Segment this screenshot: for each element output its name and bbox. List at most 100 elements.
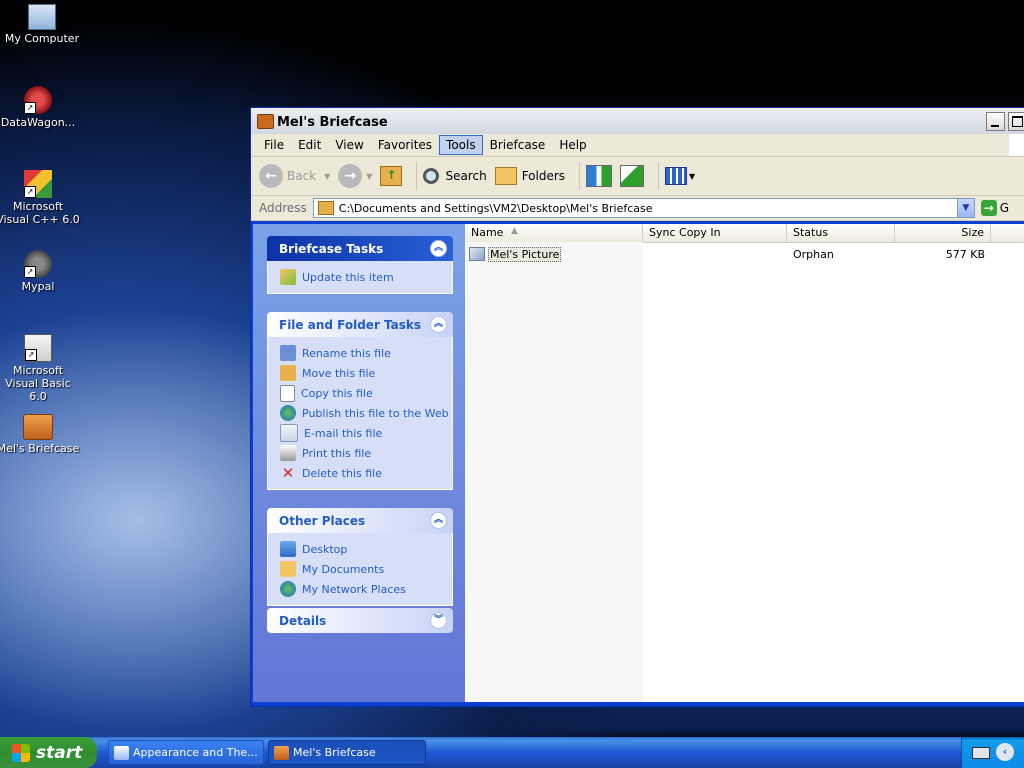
back-dropdown-icon: ▼: [324, 171, 331, 181]
visual-cpp-icon: ↗: [24, 170, 52, 198]
desktop-icon-visual-basic[interactable]: ↗ Microsoft Visual Basic 6.0: [0, 334, 80, 403]
desktop-icon-briefcase[interactable]: Mel's Briefcase: [0, 414, 80, 455]
column-label: Name: [471, 226, 504, 239]
task-update-item[interactable]: Update this item: [280, 267, 452, 287]
collapse-chevron-icon[interactable]: ︽: [430, 512, 447, 529]
file-name-cell[interactable]: Mel's Picture: [465, 246, 643, 262]
printer-icon: [280, 445, 296, 461]
visual-basic-icon: ↗: [24, 334, 52, 362]
back-arrow-icon: ←: [259, 164, 283, 188]
expand-chevron-icon[interactable]: ︾: [430, 612, 447, 629]
maximize-button[interactable]: [1008, 112, 1024, 131]
minimize-button[interactable]: [986, 112, 1005, 131]
menu-help[interactable]: Help: [552, 135, 593, 155]
place-label: My Network Places: [302, 582, 406, 596]
task-label: Update this item: [302, 270, 394, 284]
menu-file[interactable]: File: [257, 135, 291, 155]
toolbar-separator: [416, 162, 418, 190]
size-cell: 577 KB: [945, 247, 985, 261]
place-desktop[interactable]: Desktop: [280, 539, 452, 559]
start-button[interactable]: start: [0, 737, 97, 768]
show-hidden-icons-chevron-icon[interactable]: ‹: [996, 743, 1014, 761]
briefcase-tasks-header[interactable]: Briefcase Tasks ︽: [267, 236, 453, 261]
file-folder-tasks-header[interactable]: File and Folder Tasks ︽: [267, 312, 453, 337]
windows-logo-icon: [1009, 134, 1024, 156]
address-field[interactable]: C:\Documents and Settings\VM2\Desktop\Me…: [312, 198, 975, 218]
views-button[interactable]: ▼: [665, 167, 695, 185]
task-label: Delete this file: [302, 466, 382, 480]
address-dropdown-button[interactable]: ▼: [956, 199, 974, 217]
toolbar-separator: [658, 162, 660, 190]
collapse-chevron-icon[interactable]: ︽: [430, 240, 447, 257]
keyboard-icon[interactable]: [972, 747, 990, 759]
desktop-icon-mypal[interactable]: ↗ Mypal: [0, 250, 80, 293]
column-status[interactable]: Status: [787, 224, 895, 242]
toolbar: ← Back ▼ → ▼ ↑ Search Folders ▼: [251, 157, 1024, 196]
taskbar-item-briefcase[interactable]: Mel's Briefcase: [268, 740, 426, 765]
taskbar-item-appearance[interactable]: Appearance and The...: [108, 740, 264, 765]
task-publish[interactable]: Publish this file to the Web: [280, 403, 452, 423]
window-title: Mel's Briefcase: [277, 115, 388, 130]
task-label: E-mail this file: [304, 426, 383, 440]
column-label: Status: [793, 226, 829, 239]
forward-dropdown-icon: ▼: [366, 171, 373, 181]
panel-body: Desktop My Documents My Network Places: [267, 533, 453, 606]
menu-favorites[interactable]: Favorites: [371, 135, 439, 155]
sort-ascending-icon: ▲: [511, 226, 518, 236]
desktop-icon-label: DataWagon...: [0, 116, 76, 129]
desktop-icon-my-computer[interactable]: My Computer: [0, 4, 84, 45]
panel-title: Other Places: [279, 514, 366, 528]
file-folder-tasks-panel: File and Folder Tasks ︽ Rename this file…: [267, 312, 453, 490]
rename-icon: [280, 345, 296, 361]
back-button[interactable]: ← Back ▼: [259, 164, 330, 188]
menu-edit[interactable]: Edit: [291, 135, 328, 155]
task-pane: Briefcase Tasks ︽ Update this item File …: [253, 224, 465, 702]
table-row[interactable]: Mel's Picture Orphan 577 KB: [465, 245, 1024, 263]
address-value: C:\Documents and Settings\VM2\Desktop\Me…: [338, 201, 653, 215]
content-area: Briefcase Tasks ︽ Update this item File …: [253, 224, 1024, 702]
column-sync-copy-in[interactable]: Sync Copy In: [643, 224, 787, 242]
address-label: Address: [259, 201, 307, 215]
task-move[interactable]: Move this file: [280, 363, 452, 383]
computer-icon: [28, 4, 56, 30]
desktop-icon-datawagon[interactable]: ↗ DataWagon...: [0, 86, 80, 129]
folders-label: Folders: [521, 169, 566, 183]
task-copy[interactable]: Copy this file: [280, 383, 452, 403]
title-bar[interactable]: Mel's Briefcase: [251, 108, 1024, 134]
go-arrow-icon: →: [980, 200, 997, 216]
datawagon-icon: ↗: [24, 86, 52, 114]
panel-body: Update this item: [267, 261, 453, 294]
update-icon: [280, 269, 296, 285]
email-icon: [280, 424, 298, 442]
folders-button[interactable]: Folders: [494, 167, 566, 185]
split-from-original-button[interactable]: [620, 165, 645, 187]
forward-button[interactable]: → ▼: [338, 164, 372, 188]
menu-tools[interactable]: Tools: [439, 135, 483, 155]
task-rename[interactable]: Rename this file: [280, 343, 452, 363]
system-tray: ‹: [961, 737, 1024, 768]
place-label: My Documents: [302, 562, 385, 576]
go-button[interactable]: → G: [980, 200, 1009, 216]
task-label: Move this file: [302, 366, 376, 380]
column-size[interactable]: Size: [895, 224, 991, 242]
place-my-documents[interactable]: My Documents: [280, 559, 452, 579]
forward-arrow-icon: →: [338, 164, 363, 188]
task-label: Copy this file: [301, 386, 373, 400]
task-delete[interactable]: ✕ Delete this file: [280, 463, 452, 483]
menu-view[interactable]: View: [328, 135, 370, 155]
collapse-chevron-icon[interactable]: ︽: [430, 316, 447, 333]
desktop-icon: [280, 541, 296, 557]
column-name[interactable]: Name ▲: [465, 224, 643, 242]
sync-button[interactable]: [586, 165, 613, 187]
desktop-icon-visual-cpp[interactable]: ↗ Microsoft Visual C++ 6.0: [0, 170, 80, 226]
place-network[interactable]: My Network Places: [280, 579, 452, 599]
menu-briefcase[interactable]: Briefcase: [483, 135, 553, 155]
task-email[interactable]: E-mail this file: [280, 423, 452, 443]
search-button[interactable]: Search: [423, 168, 487, 184]
task-print[interactable]: Print this file: [280, 443, 452, 463]
other-places-header[interactable]: Other Places ︽: [267, 508, 453, 533]
details-header[interactable]: Details ︾: [267, 608, 453, 633]
panel-title: Details: [279, 614, 327, 628]
sorted-column-highlight: [465, 242, 643, 702]
up-folder-button[interactable]: ↑: [380, 166, 403, 186]
